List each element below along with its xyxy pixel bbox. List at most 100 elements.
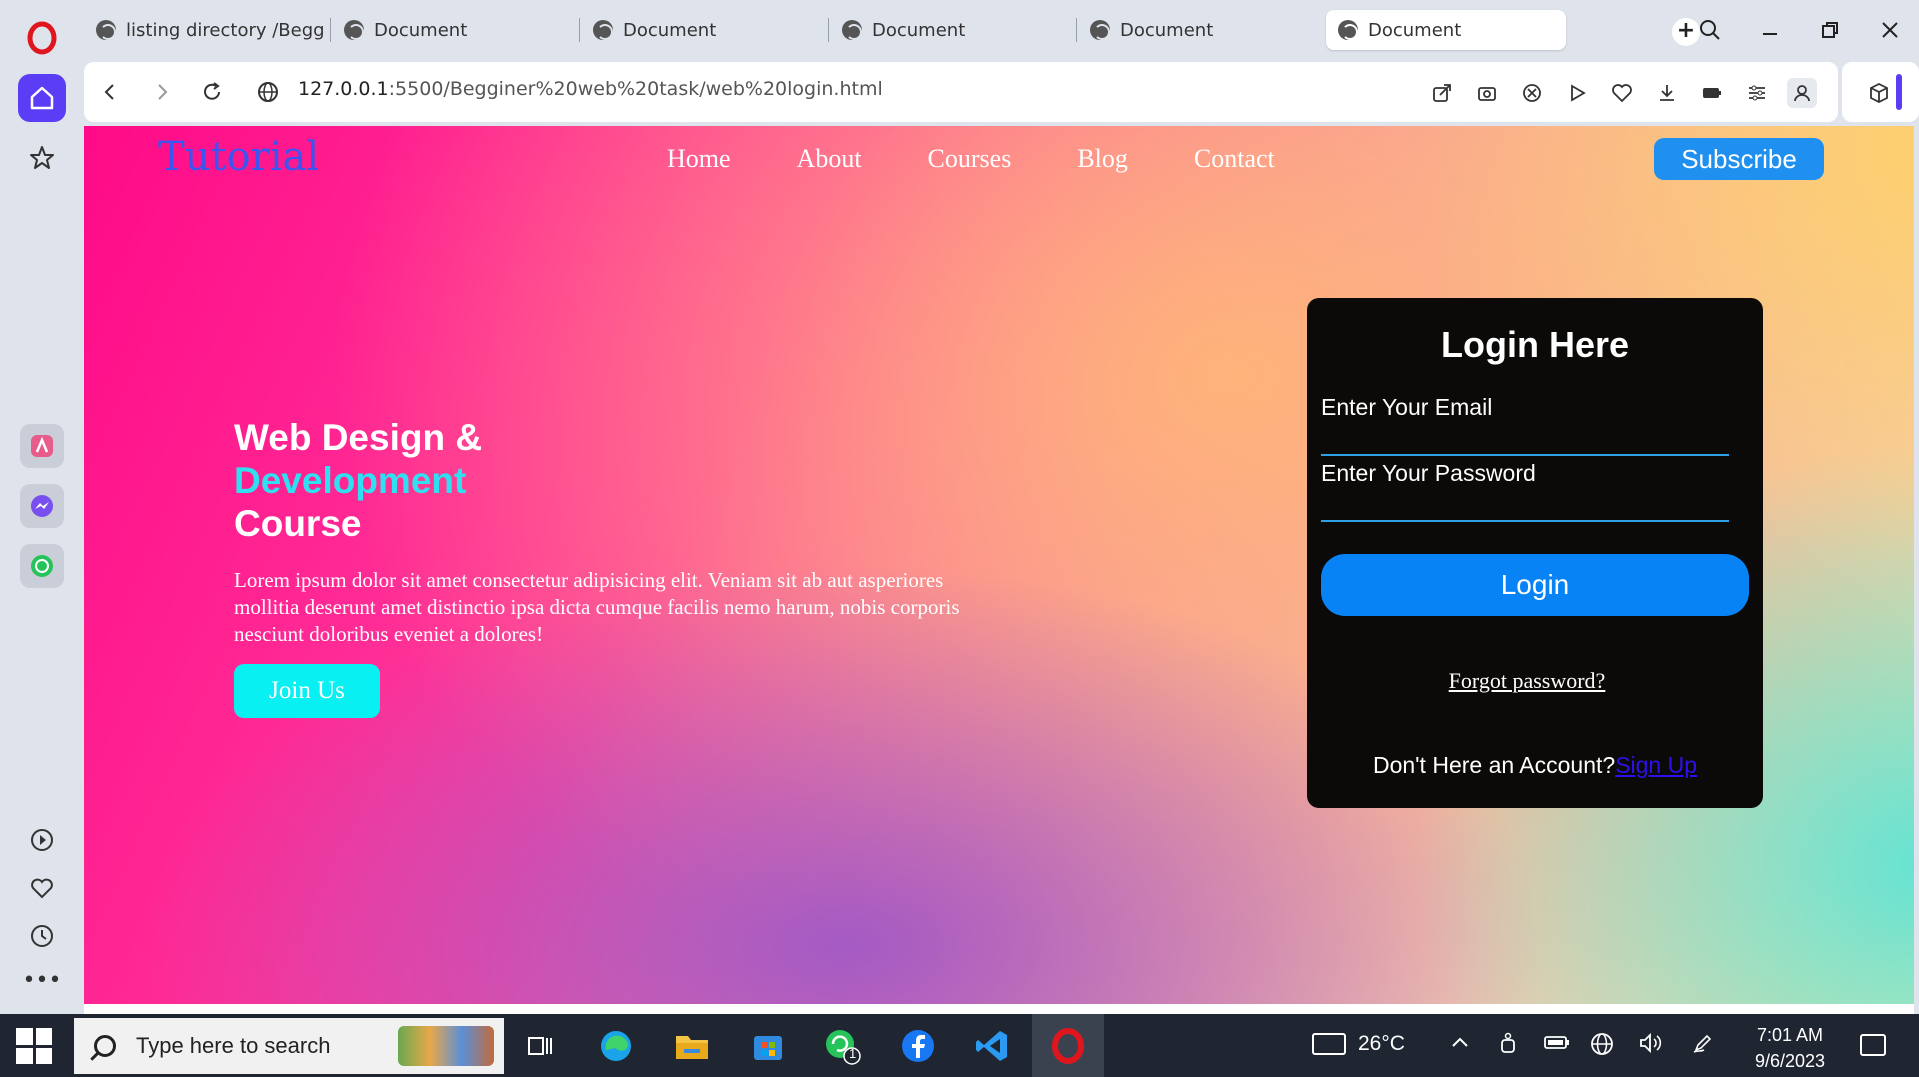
email-field[interactable] (1321, 454, 1729, 456)
whatsapp-icon[interactable] (20, 544, 64, 588)
url-path: :5500/Begginer%20web%20task/web%20login.… (388, 78, 883, 100)
tab-document-active[interactable]: Document (1326, 10, 1566, 50)
site-logo[interactable]: Tutorial (158, 134, 319, 180)
globe-icon (593, 20, 613, 40)
url-field[interactable]: 127.0.0.1:5500/Begginer%20web%20task/web… (298, 78, 883, 100)
home-icon[interactable] (18, 74, 66, 122)
globe-icon (344, 20, 364, 40)
aria-icon[interactable] (20, 424, 64, 468)
windows-start-icon[interactable] (16, 1028, 52, 1064)
tab-document[interactable]: Document (330, 10, 572, 50)
store-icon[interactable] (748, 1026, 788, 1066)
tab-document[interactable]: Document (1076, 10, 1318, 50)
tab-document[interactable]: Document (579, 10, 821, 50)
subscribe-button[interactable]: Subscribe (1654, 138, 1824, 180)
web-page: Tutorial Home About Courses Blog Contact… (84, 126, 1914, 1004)
chevron-left-icon[interactable] (94, 76, 126, 108)
nav-link-contact[interactable]: Contact (1194, 144, 1275, 174)
globe-icon (96, 20, 116, 40)
nav-link-about[interactable]: About (797, 144, 862, 174)
join-us-button[interactable]: Join Us (234, 664, 380, 718)
messenger-icon[interactable] (20, 484, 64, 528)
globe-icon (1090, 20, 1110, 40)
weather-widget[interactable]: 26°C (1312, 1032, 1405, 1056)
tab-label: Document (1368, 19, 1462, 41)
clock-date: 9/6/2023 (1754, 1051, 1826, 1071)
globe-icon[interactable] (252, 76, 284, 108)
hero-line-3: Course (234, 503, 362, 544)
tab-label: Document (1120, 19, 1214, 41)
whatsapp-icon[interactable]: 1 (822, 1026, 862, 1066)
search-highlight-image (398, 1026, 494, 1066)
network-globe-icon[interactable] (1590, 1032, 1614, 1061)
password-field[interactable] (1321, 520, 1729, 522)
nav-link-blog[interactable]: Blog (1077, 144, 1128, 174)
url-host: 127.0.0.1 (298, 78, 389, 100)
facebook-icon[interactable] (898, 1026, 938, 1066)
hero-heading: Web Design & Development Course (234, 416, 1054, 545)
settings-sliders-icon[interactable] (1742, 78, 1772, 108)
tab-label: Document (623, 19, 717, 41)
news-icon (1312, 1033, 1346, 1055)
volume-icon[interactable] (1638, 1032, 1662, 1059)
login-button[interactable]: Login (1321, 554, 1749, 616)
address-bar: 127.0.0.1:5500/Begginer%20web%20task/web… (84, 62, 1838, 122)
sign-up-link[interactable]: Sign Up (1615, 752, 1697, 778)
download-icon[interactable] (1652, 78, 1682, 108)
temperature: 26°C (1358, 1032, 1405, 1055)
share-icon[interactable] (1427, 78, 1457, 108)
opera-logo-icon[interactable] (18, 14, 66, 62)
tab-label: Document (374, 19, 468, 41)
battery-icon[interactable] (1544, 1032, 1570, 1057)
file-explorer-icon[interactable] (672, 1026, 712, 1066)
notification-icon[interactable] (1860, 1034, 1886, 1056)
meet-icon[interactable] (1498, 1032, 1518, 1059)
chevron-up-icon[interactable] (1450, 1032, 1470, 1057)
forgot-password-link[interactable]: Forgot password? (1307, 668, 1747, 694)
tab-label: Document (872, 19, 966, 41)
heart-icon[interactable] (22, 868, 62, 908)
restore-icon[interactable] (1804, 8, 1856, 52)
search-icon (94, 1035, 116, 1057)
nav-link-courses[interactable]: Courses (928, 144, 1012, 174)
battery-icon[interactable] (1697, 78, 1727, 108)
heart-icon[interactable] (1607, 78, 1637, 108)
globe-icon (842, 20, 862, 40)
star-icon[interactable] (18, 134, 66, 182)
password-label: Enter Your Password (1321, 460, 1536, 486)
pen-icon[interactable] (1692, 1032, 1714, 1059)
chevron-right-icon[interactable] (146, 76, 178, 108)
page-bottom-strip (84, 1004, 1914, 1014)
browser-sidebar: ••• (0, 0, 84, 1013)
system-clock[interactable]: 7:01 AM 9/6/2023 (1740, 1022, 1840, 1074)
block-icon[interactable] (1517, 78, 1547, 108)
cube-icon[interactable] (1864, 78, 1894, 108)
no-account-text: Don't Here an Account? (1372, 752, 1616, 778)
minimize-icon[interactable] (1744, 8, 1796, 52)
opera-icon[interactable] (1048, 1026, 1088, 1066)
vscode-icon[interactable] (972, 1026, 1012, 1066)
reload-icon[interactable] (196, 76, 228, 108)
extensions-box (1842, 62, 1919, 122)
edge-icon[interactable] (596, 1026, 636, 1066)
tab-bar: listing directory /Begginer Document Doc… (84, 0, 1919, 60)
more-icon[interactable]: ••• (22, 960, 62, 1000)
tab-listing-directory[interactable]: listing directory /Begginer (84, 10, 324, 50)
tab-search-icon[interactable] (1684, 8, 1736, 52)
login-card: Login Here Enter Your Email Enter Your P… (1307, 298, 1763, 808)
profile-icon[interactable] (1787, 78, 1817, 108)
tab-document[interactable]: Document (828, 10, 1070, 50)
player-icon[interactable] (22, 820, 62, 860)
taskbar-search[interactable]: Type here to search (74, 1018, 504, 1074)
tab-label: listing directory /Begginer (126, 19, 324, 41)
close-icon[interactable] (1864, 8, 1916, 52)
nav-link-home[interactable]: Home (667, 144, 731, 174)
hero-line-2: Development (234, 460, 467, 501)
history-icon[interactable] (22, 916, 62, 956)
globe-icon (1338, 20, 1358, 40)
camera-icon[interactable] (1472, 78, 1502, 108)
whatsapp-badge: 1 (849, 1046, 857, 1061)
hero-paragraph: Lorem ipsum dolor sit amet consectetur a… (234, 568, 960, 646)
play-icon[interactable] (1562, 78, 1592, 108)
task-view-icon[interactable] (520, 1026, 560, 1066)
